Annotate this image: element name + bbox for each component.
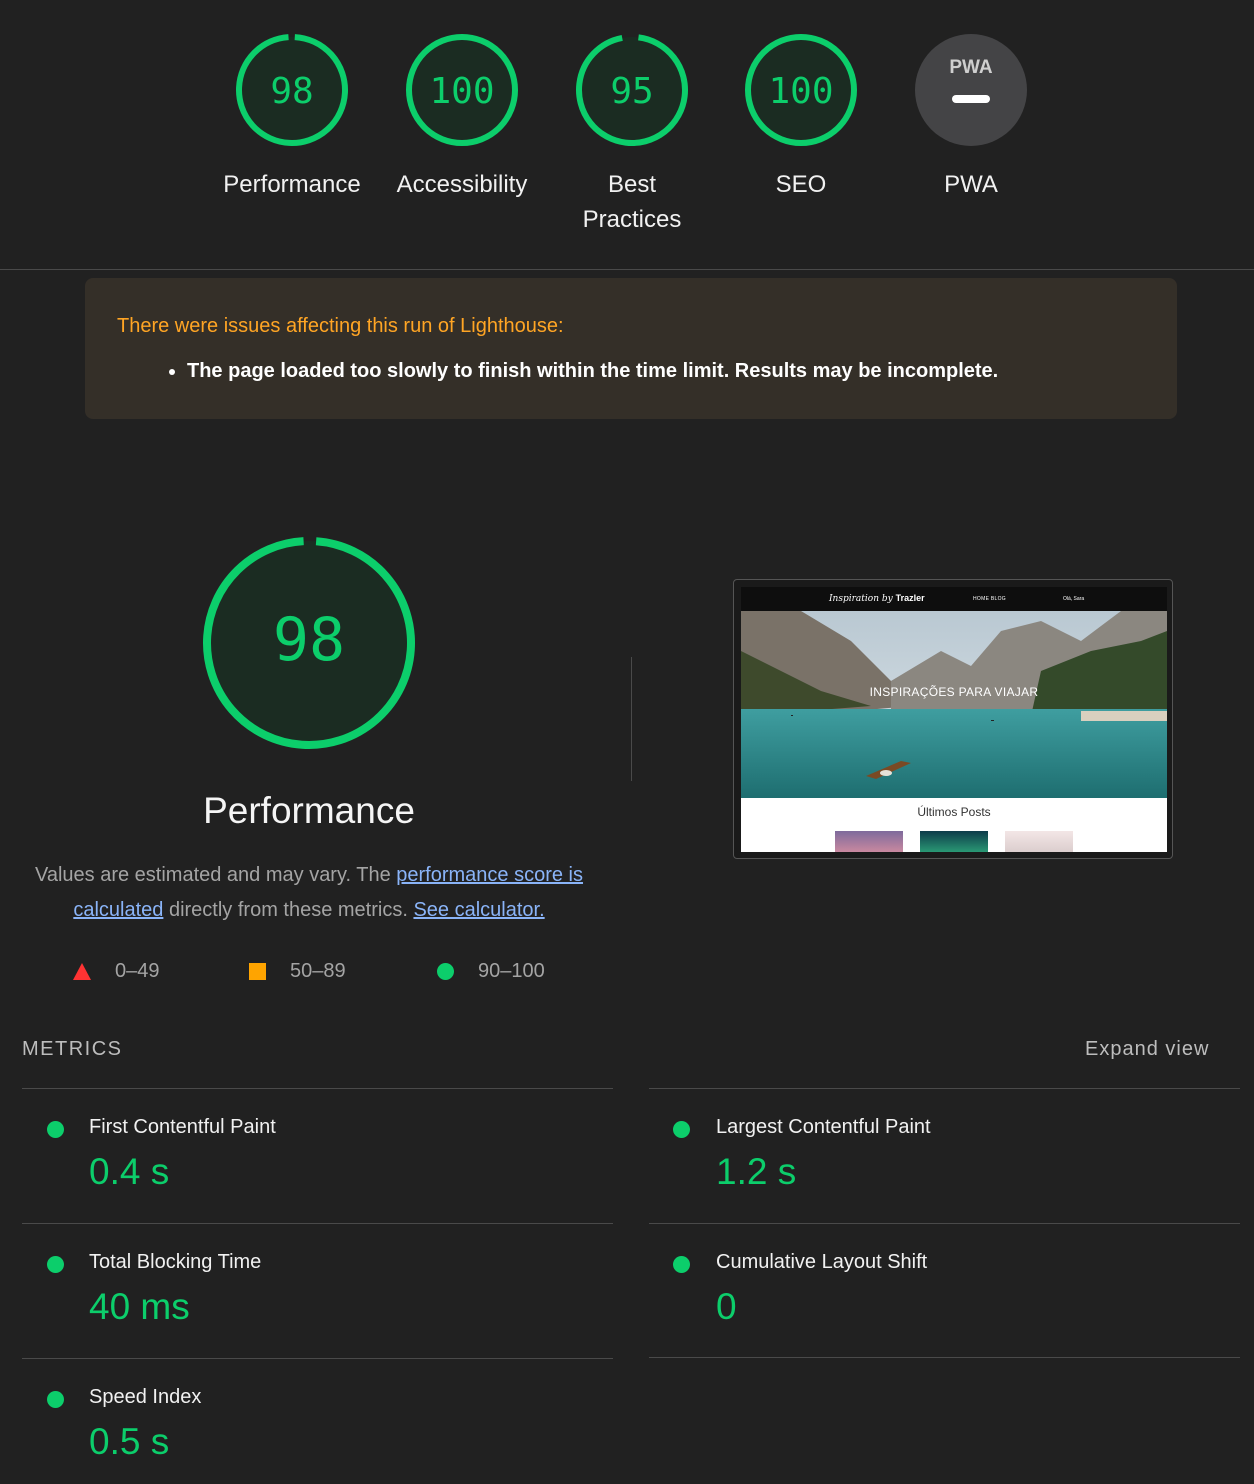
performance-gauge: 98: [236, 33, 348, 146]
category-label-pwa: PWA: [944, 171, 998, 198]
performance-main-gauge: 98: [203, 537, 415, 749]
metric-value: 0.4 s: [89, 1151, 170, 1192]
best-practices-gauge: 95: [576, 34, 688, 146]
fail-triangle-icon: [73, 963, 91, 980]
pass-dot-icon: [673, 1256, 690, 1273]
metric-speed-index[interactable]: Speed Index 0.5 s: [22, 1358, 613, 1484]
warning-title: There were issues affecting this run of …: [117, 315, 564, 337]
accessibility-score: 100: [429, 71, 494, 112]
metric-label: First Contentful Paint: [89, 1116, 276, 1138]
category-performance[interactable]: 98 Performance: [207, 33, 377, 202]
screenshot-thumb: [835, 831, 903, 852]
metrics-heading: METRICS: [22, 1038, 123, 1060]
accessibility-gauge: 100: [406, 34, 518, 146]
seo-gauge: 100: [745, 34, 857, 146]
metric-total-blocking-time[interactable]: Total Blocking Time 40 ms: [22, 1223, 613, 1357]
performance-main-score: 98: [273, 605, 345, 675]
category-label-performance: Performance: [223, 171, 361, 198]
pwa-badge-text: PWA: [949, 57, 993, 78]
metric-label: Speed Index: [89, 1386, 202, 1408]
screenshot-image: Inspiration by Trazler HOME BLOG Olá, Sa…: [741, 587, 1167, 852]
screenshot-thumb: [1005, 831, 1073, 852]
category-scores: 98 Performance 100 Accessibility 95 Best…: [0, 0, 1254, 269]
metric-largest-contentful-paint[interactable]: Largest Contentful Paint 1.2 s: [649, 1088, 1240, 1222]
seo-score: 100: [768, 71, 833, 112]
desc-text-1: Values are estimated and may vary. The: [34, 864, 397, 886]
performance-score: 98: [270, 71, 313, 112]
metric-value: 1.2 s: [716, 1151, 797, 1192]
metric-value: 40 ms: [89, 1286, 190, 1327]
metric-cumulative-layout-shift[interactable]: Cumulative Layout Shift 0: [649, 1223, 1240, 1357]
pwa-badge-icon: PWA: [915, 34, 1027, 146]
average-square-icon: [249, 963, 266, 980]
screenshot-logo: Inspiration by Trazler: [829, 593, 925, 604]
final-screenshot[interactable]: Inspiration by Trazler HOME BLOG Olá, Sa…: [733, 579, 1173, 859]
best-practices-score: 95: [610, 71, 653, 112]
metric-first-contentful-paint[interactable]: First Contentful Paint 0.4 s: [22, 1088, 613, 1222]
screenshot-menu: HOME BLOG: [973, 596, 1006, 602]
screenshot-thumb: [920, 831, 988, 852]
expand-view-toggle[interactable]: Expand view: [1085, 1038, 1209, 1061]
score-legend: 0–49 50–89 90–100: [0, 960, 620, 990]
legend-average-label: 50–89: [290, 960, 346, 982]
metric-label: Total Blocking Time: [89, 1251, 262, 1273]
category-label-accessibility: Accessibility: [396, 171, 528, 198]
category-label-best-practices: Best Practices: [582, 171, 682, 233]
metrics-row-divider: [649, 1357, 1240, 1358]
performance-description: Values are estimated and may vary. The p…: [22, 858, 596, 928]
warning-list: The page loaded too slowly to finish wit…: [117, 358, 1145, 384]
pass-dot-icon: [47, 1121, 64, 1138]
legend-fail: 0–49: [73, 960, 160, 983]
pass-circle-icon: [437, 963, 454, 980]
legend-fail-label: 0–49: [115, 960, 160, 982]
performance-title: Performance: [203, 790, 415, 831]
desc-text-2: directly from these metrics.: [163, 899, 414, 921]
pass-dot-icon: [47, 1256, 64, 1273]
run-warning-box: There were issues affecting this run of …: [85, 278, 1177, 419]
legend-average: 50–89: [249, 960, 346, 983]
category-seo[interactable]: 100 SEO: [716, 33, 886, 202]
screenshot-hero-image: [741, 611, 1167, 798]
screenshot-user: Olá, Sara: [1063, 596, 1085, 602]
category-label-seo: SEO: [775, 171, 827, 198]
metric-label: Largest Contentful Paint: [716, 1116, 931, 1138]
screenshot-hero-text: INSPIRAÇÕES PARA VIAJAR: [869, 685, 1039, 699]
category-accessibility[interactable]: 100 Accessibility: [377, 33, 547, 202]
pass-dot-icon: [673, 1121, 690, 1138]
vertical-divider: [631, 657, 632, 781]
legend-pass: 90–100: [437, 960, 545, 983]
metric-label: Cumulative Layout Shift: [716, 1251, 928, 1273]
screenshot-navbar: Inspiration by Trazler HOME BLOG Olá, Sa…: [741, 587, 1167, 611]
metric-value: 0: [716, 1286, 737, 1327]
warning-item: The page loaded too slowly to finish wit…: [187, 358, 1145, 384]
screenshot-posts-heading: Últimos Posts: [917, 805, 991, 819]
category-pwa[interactable]: PWA PWA: [886, 33, 1056, 202]
see-calculator-link[interactable]: See calculator.: [413, 899, 544, 921]
legend-pass-label: 90–100: [478, 960, 545, 982]
category-best-practices[interactable]: 95 Best Practices: [547, 33, 717, 237]
pass-dot-icon: [47, 1391, 64, 1408]
metric-value: 0.5 s: [89, 1421, 170, 1462]
header-divider: [0, 269, 1254, 270]
